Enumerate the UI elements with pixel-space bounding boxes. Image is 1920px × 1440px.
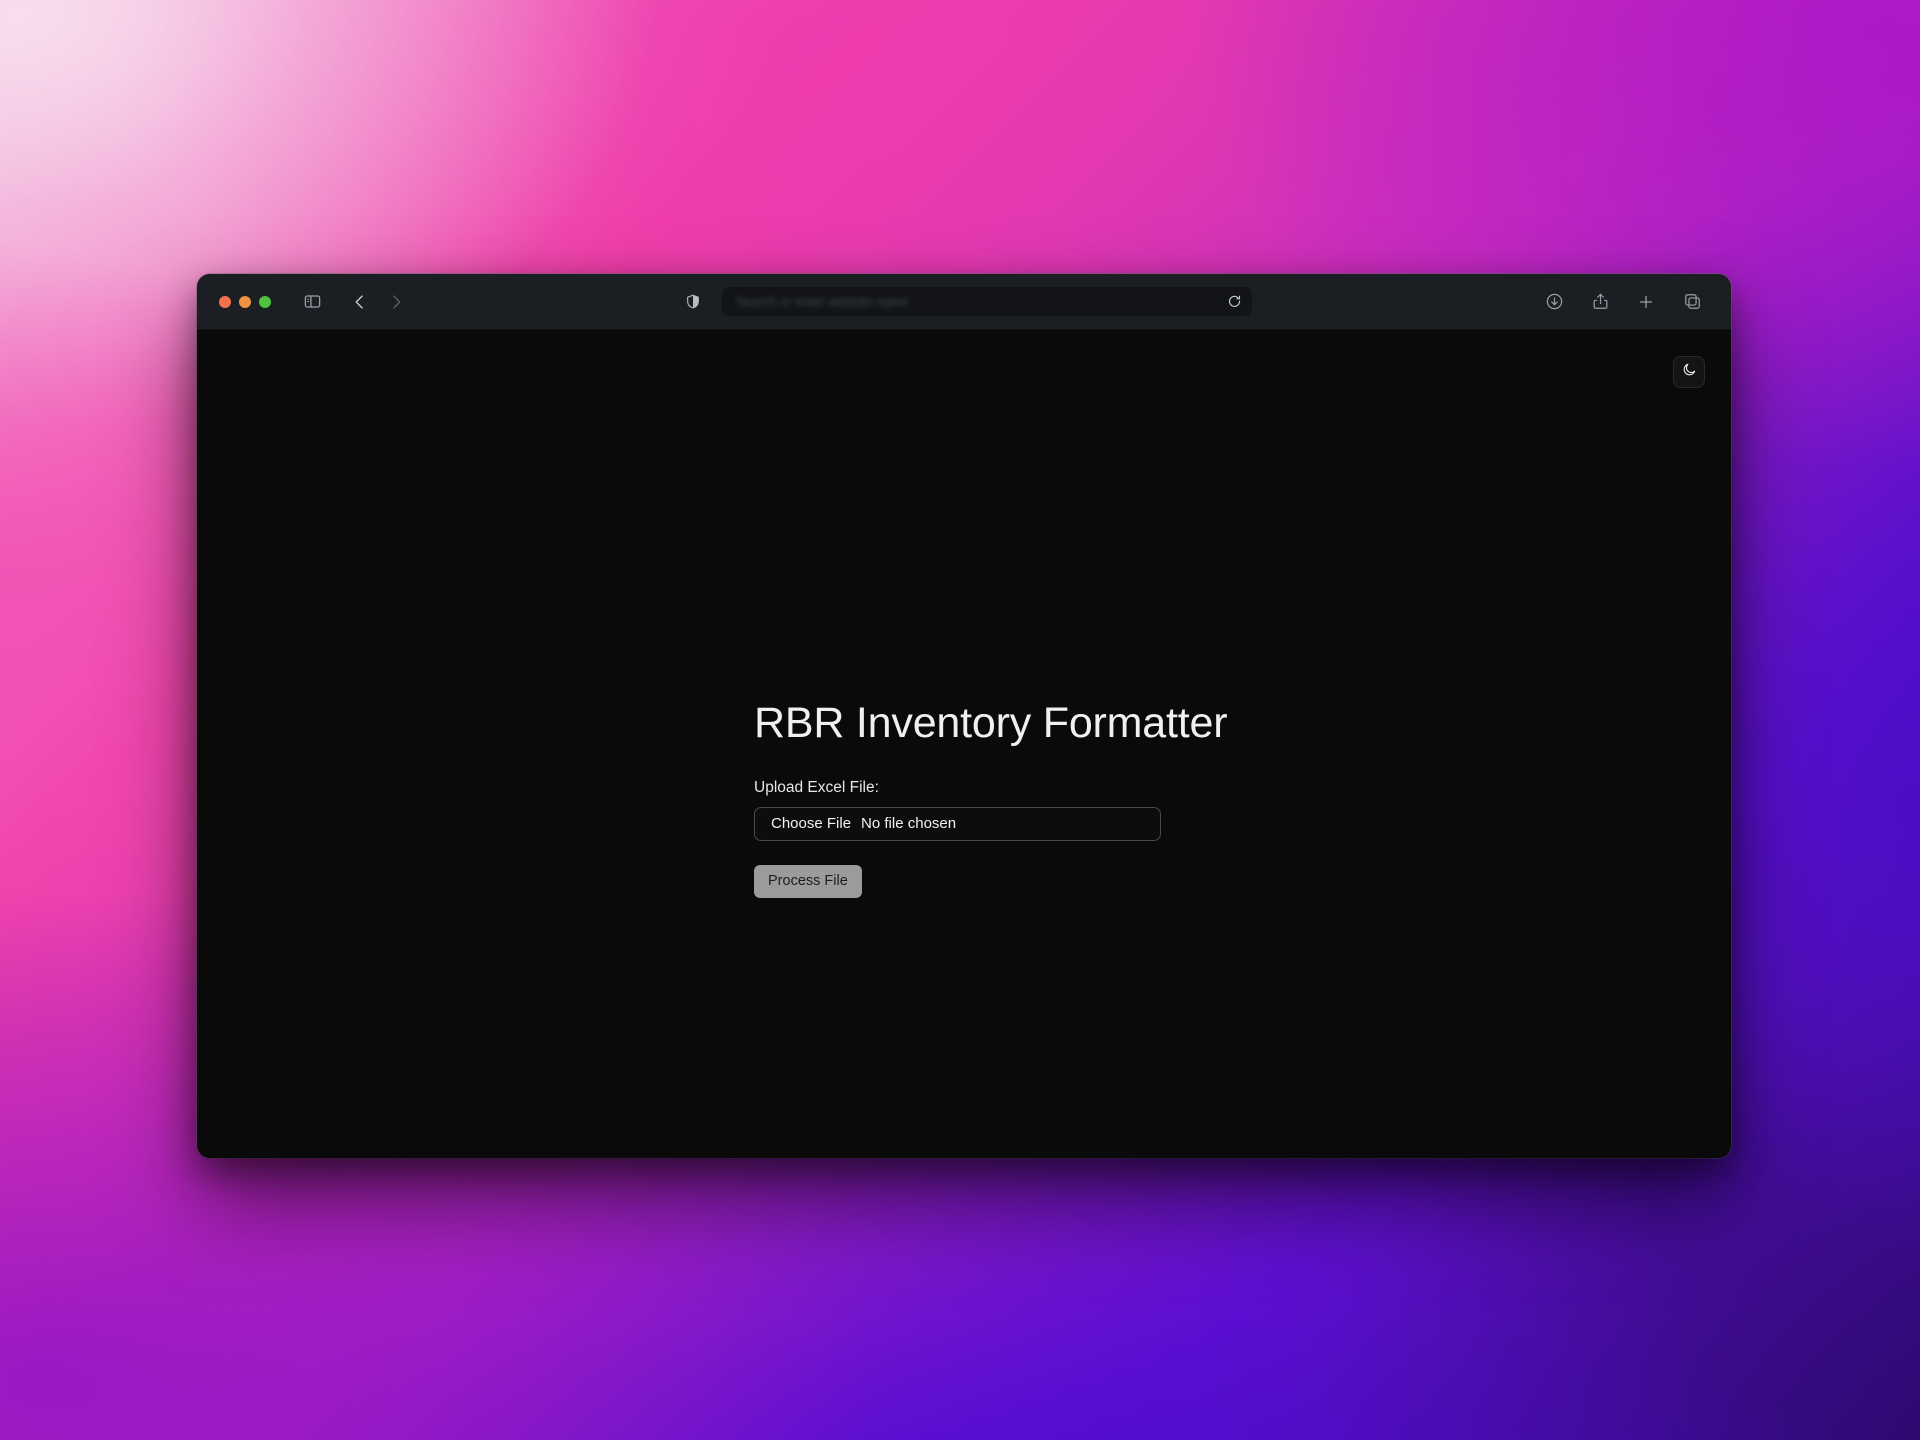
- sidebar-icon[interactable]: [295, 287, 329, 317]
- chevron-right-icon[interactable]: [379, 287, 413, 317]
- page-content: RBR Inventory Formatter Upload Excel Fil…: [197, 330, 1731, 1158]
- file-upload-input[interactable]: Choose File No file chosen: [754, 806, 1161, 841]
- moon-icon: [1682, 362, 1697, 382]
- page-title: RBR Inventory Formatter: [754, 699, 1228, 747]
- sidebar-toggle-group: [295, 287, 329, 317]
- file-status-text: No file chosen: [861, 815, 957, 833]
- share-icon[interactable]: [1583, 287, 1617, 317]
- address-bar-area: Search or enter website name: [676, 287, 1252, 317]
- browser-window: Search or enter website name RBR Invento…: [197, 274, 1731, 1158]
- reload-icon[interactable]: [1224, 292, 1244, 312]
- minimize-window-button[interactable]: [239, 295, 251, 308]
- plus-icon[interactable]: [1629, 287, 1663, 317]
- process-file-button[interactable]: Process File: [754, 864, 862, 898]
- chevron-left-icon[interactable]: [343, 287, 377, 317]
- address-input[interactable]: Search or enter website name: [722, 287, 1252, 316]
- download-circle-icon[interactable]: [1537, 287, 1571, 317]
- zoom-window-button[interactable]: [259, 295, 271, 308]
- theme-toggle-button[interactable]: [1673, 356, 1705, 388]
- navigation-buttons: [343, 287, 413, 317]
- toolbar-right-actions: [1537, 287, 1715, 317]
- window-traffic-lights: [219, 295, 271, 308]
- close-window-button[interactable]: [219, 295, 231, 308]
- browser-toolbar: Search or enter website name: [197, 274, 1731, 330]
- address-text: Search or enter website name: [736, 294, 909, 309]
- formatter-form: RBR Inventory Formatter Upload Excel Fil…: [754, 699, 1454, 898]
- upload-label: Upload Excel File:: [754, 779, 879, 797]
- shield-icon[interactable]: [676, 287, 710, 317]
- choose-file-button[interactable]: Choose File: [771, 815, 851, 832]
- copy-tabs-icon[interactable]: [1675, 287, 1709, 317]
